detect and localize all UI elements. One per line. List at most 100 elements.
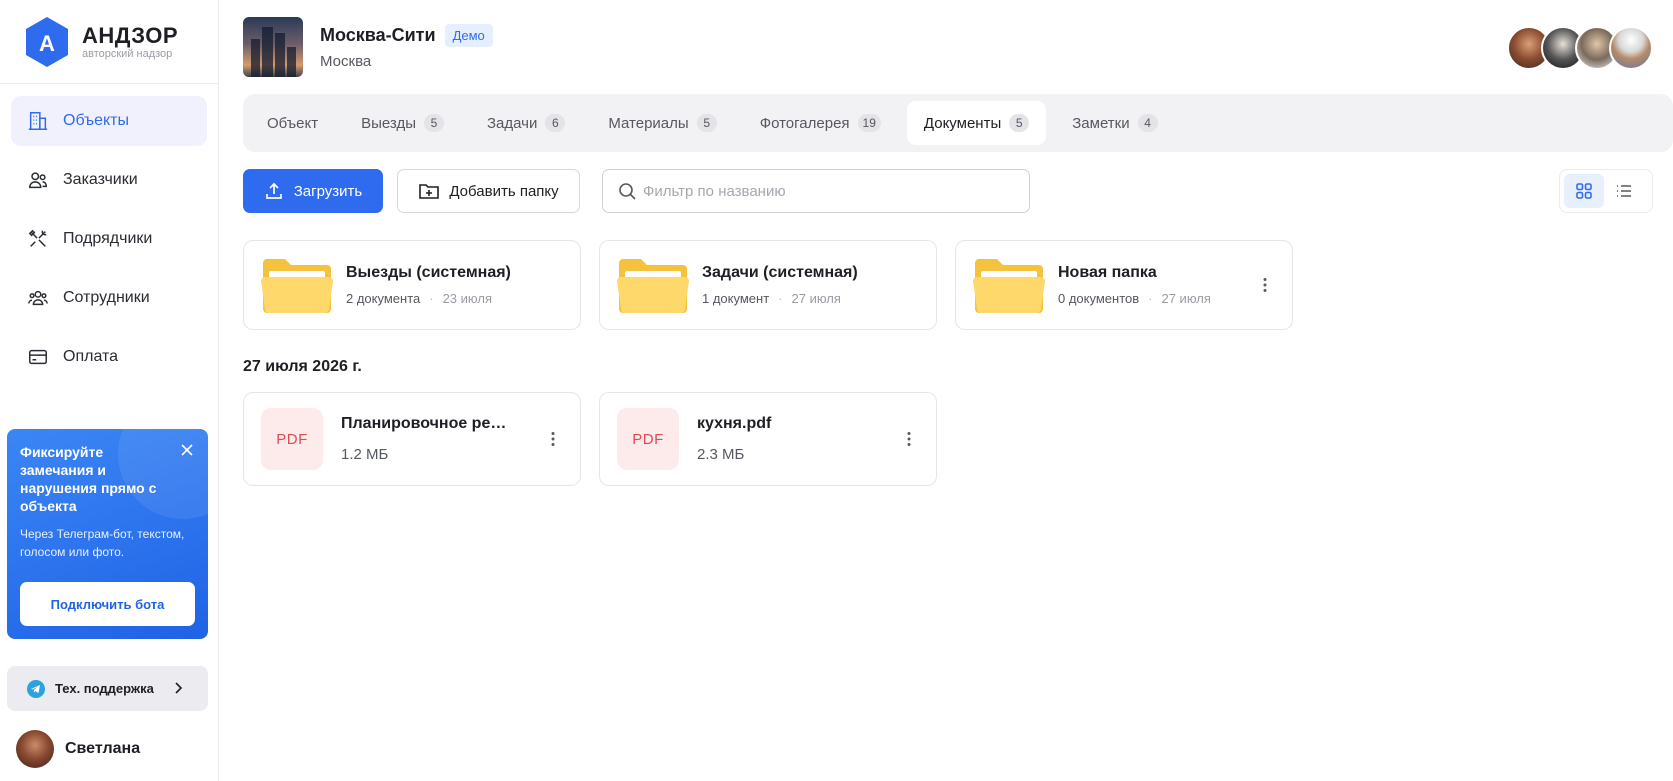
pdf-icon: PDF <box>261 408 323 470</box>
tab-label: Материалы <box>608 114 689 132</box>
section-date-heading: 27 июля 2026 г. <box>243 358 362 375</box>
tab-notes[interactable]: Заметки 4 <box>1055 101 1174 145</box>
file-size: 1.2 МБ <box>341 446 389 463</box>
folder-icon <box>973 259 1045 313</box>
folder-name: Задачи (системная) <box>702 264 858 281</box>
tab-materials[interactable]: Материалы 5 <box>591 101 733 145</box>
folder-date: 27 июля <box>1161 291 1211 306</box>
sidebar-item-label: Сотрудники <box>63 289 150 306</box>
list-view-button[interactable] <box>1604 174 1644 208</box>
promo-title: Фиксируйте замечания и нарушения прямо с… <box>20 444 157 514</box>
folder-doc-count: 1 документ <box>702 291 770 306</box>
tab-tasks[interactable]: Задачи 6 <box>470 101 582 145</box>
sidebar-nav: Объекты Заказчики Подрядчики Сотрудники <box>0 84 218 382</box>
grid-view-button[interactable] <box>1564 174 1604 208</box>
file-size: 2.3 МБ <box>697 446 745 463</box>
pdf-icon: PDF <box>617 408 679 470</box>
project-title: Москва-Сити <box>320 25 436 45</box>
folder-name: Новая папка <box>1058 264 1157 281</box>
project-image <box>243 17 303 77</box>
team-icon <box>27 287 49 309</box>
sidebar-item-payment[interactable]: Оплата <box>11 332 207 382</box>
folder-card[interactable]: Новая папка 0 документов · 27 июля <box>955 240 1293 330</box>
support-button[interactable]: Тех. поддержка <box>7 666 208 711</box>
search-icon <box>619 183 636 200</box>
tab-photogallery[interactable]: Фотогалерея 19 <box>743 101 898 145</box>
list-icon <box>1617 185 1631 197</box>
tools-icon <box>27 228 49 250</box>
documents-toolbar: Загрузить Добавить папку <box>243 169 1030 213</box>
demo-badge: Демо <box>444 24 493 47</box>
view-toggle <box>1559 169 1653 213</box>
folder-card[interactable]: Выезды (системная) 2 документа · 23 июля <box>243 240 581 330</box>
project-tabs: Объект Выезды 5 Задачи 6 Материалы 5 Фотога… <box>243 94 1673 152</box>
chevron-right-icon <box>175 682 183 694</box>
search-field[interactable] <box>602 169 1030 213</box>
tab-count-badge: 6 <box>545 114 566 132</box>
user-profile[interactable]: Светлана <box>16 730 140 768</box>
sidebar-item-objects[interactable]: Объекты <box>11 96 207 146</box>
sidebar-item-customers[interactable]: Заказчики <box>11 155 207 205</box>
building-icon <box>27 110 49 132</box>
tab-object[interactable]: Объект <box>250 101 335 145</box>
upload-label: Загрузить <box>293 182 363 200</box>
svg-text:А: А <box>39 31 55 56</box>
grid-icon <box>1576 183 1592 199</box>
telegram-bot-promo: Фиксируйте замечания и нарушения прямо с… <box>7 429 208 639</box>
tab-count-badge: 5 <box>696 114 717 132</box>
more-options-icon[interactable] <box>544 430 562 448</box>
folder-list: Выезды (системная) 2 документа · 23 июля З… <box>243 240 1311 330</box>
file-card[interactable]: PDF кухня.pdf 2.3 МБ <box>599 392 937 486</box>
upload-button[interactable]: Загрузить <box>243 169 383 213</box>
users-icon <box>27 169 49 191</box>
file-card[interactable]: PDF Планировочное решение.pdf 1.2 МБ <box>243 392 581 486</box>
search-input[interactable] <box>643 182 1013 200</box>
tab-documents[interactable]: Документы 5 <box>906 101 1047 145</box>
tab-count-badge: 5 <box>423 114 444 132</box>
sidebar-item-label: Объекты <box>63 112 129 129</box>
file-name: кухня.pdf <box>697 415 772 432</box>
folder-name: Выезды (системная) <box>346 264 511 281</box>
folder-card[interactable]: Задачи (системная) 1 документ · 27 июля <box>599 240 937 330</box>
support-label: Тех. поддержка <box>55 681 154 696</box>
user-name: Светлана <box>65 740 141 757</box>
tab-label: Объект <box>267 114 319 132</box>
tab-visits[interactable]: Выезды 5 <box>344 101 461 145</box>
project-city: Москва <box>320 53 372 70</box>
tab-count-badge: 5 <box>1009 114 1030 132</box>
folder-doc-count: 0 документов <box>1058 291 1140 306</box>
project-header: Москва-Сити Демо Москва <box>243 17 493 77</box>
folder-doc-count: 2 документа <box>346 291 421 306</box>
promo-text: Через Телеграм-бот, текстом, голосом или… <box>20 527 185 559</box>
close-icon[interactable] <box>178 441 196 459</box>
folder-icon <box>617 259 689 313</box>
sidebar-item-employees[interactable]: Сотрудники <box>11 273 207 323</box>
tab-label: Выезды <box>361 114 416 132</box>
file-name: Планировочное решение.pdf <box>341 415 519 432</box>
tab-count-badge: 4 <box>1137 114 1158 132</box>
team-avatars[interactable] <box>1507 26 1653 70</box>
connect-bot-button[interactable]: Подключить бота <box>20 582 195 626</box>
logo[interactable]: А АНДЗОР авторский надзор <box>0 0 218 84</box>
sidebar-item-label: Заказчики <box>63 171 138 188</box>
more-options-icon[interactable] <box>900 430 918 448</box>
file-list: PDF Планировочное решение.pdf 1.2 МБ PDF… <box>243 392 955 486</box>
add-folder-label: Добавить папку <box>449 182 559 200</box>
brand-title: АНДЗОР <box>82 22 178 48</box>
upload-icon <box>265 182 282 199</box>
avatar[interactable] <box>1609 26 1653 70</box>
avatar <box>16 730 54 768</box>
folder-plus-icon <box>419 184 440 199</box>
tab-label: Фотогалерея <box>759 114 850 132</box>
card-icon <box>27 346 49 368</box>
add-folder-button[interactable]: Добавить папку <box>397 169 580 213</box>
sidebar-item-label: Оплата <box>63 348 119 365</box>
tab-count-badge: 19 <box>857 114 881 132</box>
more-options-icon[interactable] <box>1256 276 1274 294</box>
tab-label: Заметки <box>1072 114 1130 132</box>
sidebar-item-label: Подрядчики <box>63 230 153 247</box>
sidebar-item-contractors[interactable]: Подрядчики <box>11 214 207 264</box>
main-content: Москва-Сити Демо Москва Объект Выезды 5 З… <box>219 0 1673 781</box>
sidebar: А АНДЗОР авторский надзор Объекты Заказч… <box>0 0 219 781</box>
folder-date: 23 июля <box>442 291 493 306</box>
